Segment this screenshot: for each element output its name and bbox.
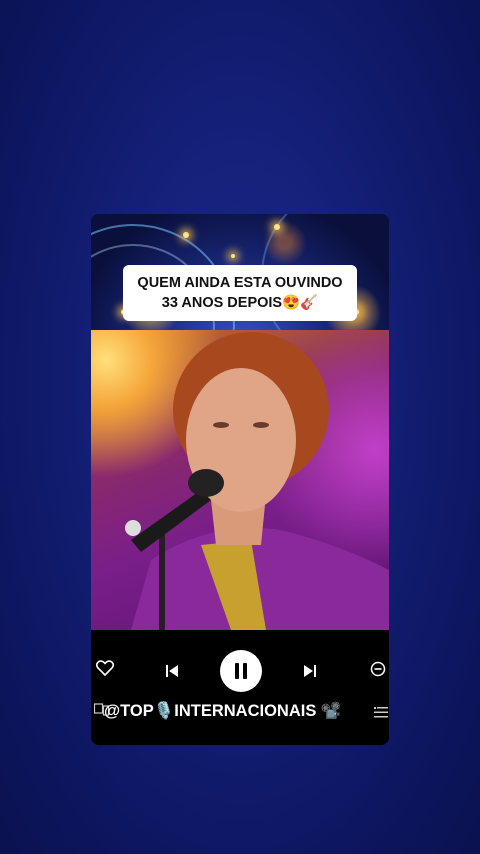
singer-illustration bbox=[125, 332, 389, 630]
pause-icon bbox=[235, 663, 239, 679]
minus-circle-icon bbox=[370, 661, 386, 677]
skip-previous-icon bbox=[166, 665, 178, 677]
heart-icon bbox=[95, 660, 115, 677]
video-frame[interactable] bbox=[91, 330, 389, 630]
skip-next-icon bbox=[304, 665, 316, 677]
pause-button[interactable] bbox=[220, 650, 262, 692]
post-card: QUEM AINDA ESTA OUVINDO 33 ANOS DEPOIS😍🎸 bbox=[91, 214, 389, 745]
player-bar bbox=[91, 630, 389, 745]
singer-eye bbox=[253, 422, 269, 428]
previous-button[interactable] bbox=[165, 663, 179, 682]
stage-light bbox=[274, 224, 280, 230]
mic-clip bbox=[125, 520, 141, 536]
caption-line-1: QUEM AINDA ESTA OUVINDO bbox=[137, 275, 343, 291]
stage-banner-image: QUEM AINDA ESTA OUVINDO 33 ANOS DEPOIS😍🎸 bbox=[91, 214, 389, 428]
remove-button[interactable] bbox=[370, 661, 386, 681]
queue-list-icon bbox=[374, 707, 388, 718]
singer-eye bbox=[213, 422, 229, 428]
mic-stand bbox=[159, 525, 165, 630]
stage-light bbox=[231, 254, 235, 258]
caption-box: QUEM AINDA ESTA OUVINDO 33 ANOS DEPOIS😍🎸 bbox=[123, 265, 357, 321]
caption-line-2: 33 ANOS DEPOIS😍🎸 bbox=[161, 295, 319, 311]
queue-button[interactable] bbox=[374, 703, 388, 722]
microphone-head bbox=[188, 469, 224, 497]
account-handle: @TOP🎙️INTERNACIONAIS 📽️ bbox=[104, 702, 342, 720]
pause-icon bbox=[243, 663, 247, 679]
stage-light bbox=[183, 232, 189, 238]
next-button[interactable] bbox=[303, 663, 317, 682]
like-button[interactable] bbox=[95, 660, 115, 680]
